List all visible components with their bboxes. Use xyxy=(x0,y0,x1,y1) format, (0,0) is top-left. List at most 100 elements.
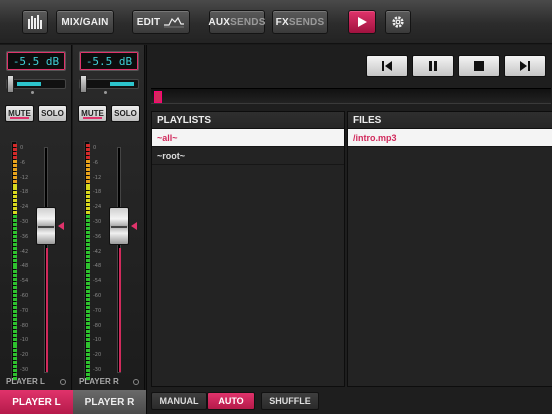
strip-name: PLAYER L xyxy=(6,377,45,386)
meter-segment xyxy=(86,278,90,282)
edit-label: EDIT xyxy=(136,16,161,28)
meter-segment xyxy=(86,199,90,203)
solo-label: SOLO xyxy=(41,109,64,118)
fader-track[interactable] xyxy=(44,147,48,373)
scale-label: -30 xyxy=(93,367,102,373)
meter-segment xyxy=(86,329,90,333)
scale-label: -80 xyxy=(20,322,29,329)
scale-label: -60 xyxy=(93,293,102,299)
previous-button[interactable] xyxy=(366,55,408,77)
meter-segment xyxy=(86,317,90,321)
meters-button[interactable] xyxy=(22,10,48,34)
meter-segment xyxy=(86,353,90,357)
scale-label: 0 xyxy=(20,145,24,151)
meter-segment xyxy=(86,309,90,313)
meter-segment xyxy=(13,294,17,298)
stop-button[interactable] xyxy=(458,55,500,77)
list-item[interactable]: ~all~ xyxy=(152,129,344,147)
pan-knob[interactable] xyxy=(80,75,87,93)
meter-segment xyxy=(13,230,17,234)
scale-label: -18 xyxy=(93,189,102,196)
gain-display[interactable]: -5.5 dB xyxy=(6,51,66,71)
meter-segment xyxy=(86,242,90,246)
meter-segment xyxy=(86,302,90,305)
mute-button[interactable]: MUTE xyxy=(5,105,34,122)
meter-segment xyxy=(13,309,17,313)
meter-segment xyxy=(86,298,90,302)
edit-button[interactable]: EDIT xyxy=(132,10,190,34)
channel-strip-player-r: -5.5 dB MUTE SOLO 0 -6 -12 -18 -24 -30 -36 -42 -… xyxy=(73,45,145,390)
link-indicator-icon[interactable] xyxy=(133,379,139,385)
aux-sends-button[interactable]: AUX SENDS xyxy=(208,10,266,34)
meter-segment xyxy=(86,250,90,254)
meter-segment xyxy=(13,179,17,183)
meter-segment xyxy=(13,349,17,353)
meter-segment xyxy=(86,369,90,373)
meter-segment xyxy=(13,341,17,345)
scale-label: 0 xyxy=(93,145,97,151)
tab-player-r[interactable]: PLAYER R xyxy=(73,390,146,414)
solo-button[interactable]: SOLO xyxy=(38,105,67,122)
meter-segment xyxy=(13,187,17,191)
scale-label: -48 xyxy=(20,263,29,270)
mix-gain-label: MIX/GAIN xyxy=(61,16,109,28)
shuffle-button[interactable]: SHUFFLE xyxy=(261,392,319,410)
meter-segment xyxy=(13,147,17,151)
meter-segment xyxy=(86,254,90,258)
settings-button[interactable] xyxy=(385,10,411,34)
scale-label: -54 xyxy=(20,278,29,285)
meter-segment xyxy=(86,270,90,274)
pause-button[interactable] xyxy=(412,55,454,77)
meter-segment xyxy=(86,274,90,278)
meter-segment xyxy=(86,345,90,349)
pan-center-dot xyxy=(31,91,34,94)
fx-sends-button[interactable]: FX SENDS xyxy=(272,10,328,34)
meter-segment xyxy=(86,203,90,207)
meter-segment xyxy=(13,266,17,270)
next-button[interactable] xyxy=(504,55,546,77)
skip-next-icon xyxy=(520,61,530,71)
meter-segment xyxy=(86,226,90,230)
level-meter xyxy=(84,141,90,381)
volume-fader-knob[interactable] xyxy=(36,207,56,245)
playback-progress-bar[interactable] xyxy=(151,88,551,104)
manual-mode-button[interactable]: MANUAL xyxy=(151,392,207,410)
fader-track[interactable] xyxy=(117,147,121,373)
meter-segment xyxy=(86,313,90,317)
meter-segment xyxy=(13,325,17,329)
meter-segment xyxy=(86,175,90,179)
auto-mode-button[interactable]: AUTO xyxy=(207,392,255,410)
meter-segment xyxy=(86,151,90,155)
meter-segment xyxy=(86,246,90,250)
scale-label: -70 xyxy=(93,307,102,314)
list-item[interactable]: /intro.mp3 xyxy=(348,129,552,147)
mute-button[interactable]: MUTE xyxy=(78,105,107,122)
solo-button[interactable]: SOLO xyxy=(111,105,140,122)
meter-segment xyxy=(86,187,90,191)
pan-knob[interactable] xyxy=(7,75,14,93)
mix-gain-button[interactable]: MIX/GAIN xyxy=(56,10,114,34)
meter-segment xyxy=(13,155,17,159)
scale-label: -20 xyxy=(93,352,102,359)
meter-segment xyxy=(13,365,17,369)
solo-label: SOLO xyxy=(114,109,137,118)
meter-segment xyxy=(86,258,90,262)
aux-sends-label: SENDS xyxy=(230,16,266,28)
meter-segment xyxy=(86,333,90,337)
pan-slider[interactable] xyxy=(6,75,66,93)
eq-curve-icon xyxy=(164,16,185,28)
scale-label: -30 xyxy=(20,367,29,373)
meter-segment xyxy=(13,151,17,155)
scale-label: -30 xyxy=(20,219,29,225)
meter-segment xyxy=(13,254,17,258)
meter-segment xyxy=(86,238,90,242)
progress-thumb[interactable] xyxy=(154,91,162,103)
gain-display[interactable]: -5.5 dB xyxy=(79,51,139,71)
link-indicator-icon[interactable] xyxy=(60,379,66,385)
list-item[interactable]: ~root~ xyxy=(152,147,344,165)
pan-slider[interactable] xyxy=(79,75,139,93)
volume-fader-knob[interactable] xyxy=(109,207,129,245)
play-button[interactable] xyxy=(348,10,376,34)
tab-player-l[interactable]: PLAYER L xyxy=(0,390,73,414)
scale-label: -42 xyxy=(20,248,29,255)
